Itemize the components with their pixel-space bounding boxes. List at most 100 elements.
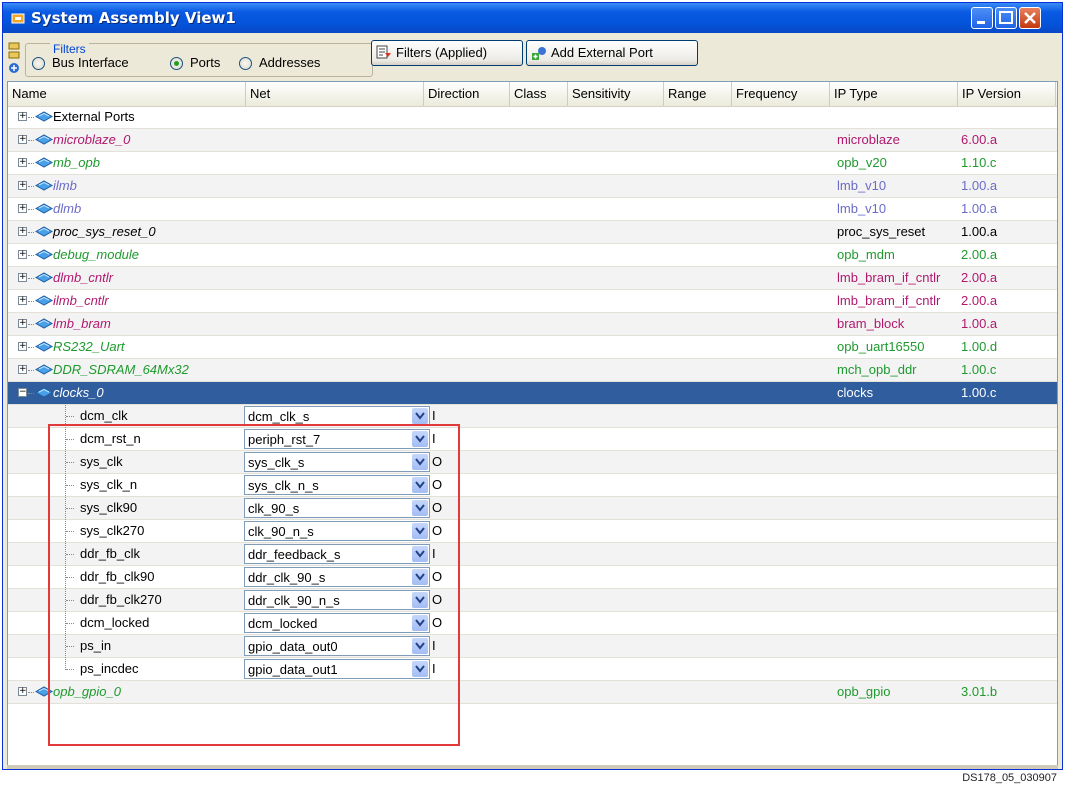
instance-name: External Ports [53,109,135,124]
tree-connector [66,646,74,647]
chevron-down-icon[interactable] [412,661,428,677]
instance-row[interactable]: + debug_module opb_mdm 2.00.a [8,244,1057,267]
port-row[interactable]: dcm_rst_n periph_rst_7 I [8,428,1057,451]
col-name[interactable]: Name [8,82,246,106]
chevron-down-icon[interactable] [412,500,428,516]
chevron-down-icon[interactable] [412,408,428,424]
chevron-down-icon[interactable] [412,615,428,631]
instance-row[interactable]: + lmb_bram bram_block 1.00.a [8,313,1057,336]
instance-row[interactable]: − clocks_0 clocks 1.00.c [8,382,1057,405]
expand-icon[interactable]: + [18,687,27,696]
instance-row[interactable]: + ilmb_cntlr lmb_bram_if_cntlr 2.00.a [8,290,1057,313]
expand-icon[interactable]: + [18,296,27,305]
net-select[interactable]: clk_90_n_s [244,521,430,541]
chevron-down-icon[interactable] [412,454,428,470]
port-row[interactable]: dcm_locked dcm_locked O [8,612,1057,635]
port-row[interactable]: dcm_clk dcm_clk_s I [8,405,1057,428]
col-ip-version[interactable]: IP Version [958,82,1056,106]
instance-row[interactable]: + microblaze_0 microblaze 6.00.a [8,129,1057,152]
net-select[interactable]: ddr_clk_90_s [244,567,430,587]
net-select[interactable]: clk_90_s [244,498,430,518]
close-icon [1024,12,1036,24]
bus-interface-icon [35,157,53,168]
expand-icon[interactable]: + [18,227,27,236]
instance-row[interactable]: + opb_gpio_0 opb_gpio 3.01.b [8,681,1057,704]
chevron-down-icon[interactable] [412,523,428,539]
chevron-down-icon[interactable] [412,569,428,585]
col-ip-type[interactable]: IP Type [830,82,958,106]
chevron-down-icon[interactable] [412,477,428,493]
net-select[interactable]: sys_clk_s [244,452,430,472]
collapse-icon[interactable]: − [18,388,27,397]
port-row[interactable]: ddr_fb_clk ddr_feedback_s I [8,543,1057,566]
tree-connector [66,600,74,601]
instance-name: microblaze_0 [53,132,131,147]
ip-version: 1.00.c [961,385,997,400]
expand-icon[interactable]: + [18,342,27,351]
minimize-button[interactable] [971,7,993,29]
net-select[interactable]: periph_rst_7 [244,429,430,449]
filters-applied-button[interactable]: Filters (Applied) [371,40,523,66]
port-row[interactable]: sys_clk90 clk_90_s O [8,497,1057,520]
col-range[interactable]: Range [664,82,732,106]
maximize-button[interactable] [995,7,1017,29]
net-select[interactable]: gpio_data_out0 [244,636,430,656]
port-row[interactable]: ddr_fb_clk90 ddr_clk_90_s O [8,566,1057,589]
ip-version: 1.10.c [961,155,997,170]
instance-row[interactable]: + dlmb_cntlr lmb_bram_if_cntlr 2.00.a [8,267,1057,290]
horizontal-scrollbar[interactable] [7,765,1058,769]
expand-icon[interactable]: + [18,250,27,259]
add-external-port-button[interactable]: Add External Port [526,40,698,66]
chevron-down-icon[interactable] [412,592,428,608]
net-select[interactable]: gpio_data_out1 [244,659,430,679]
chevron-down-icon[interactable] [412,546,428,562]
instance-row[interactable]: + proc_sys_reset_0 proc_sys_reset 1.00.a [8,221,1057,244]
port-row[interactable]: sys_clk sys_clk_s O [8,451,1057,474]
instance-row[interactable]: + DDR_SDRAM_64Mx32 mch_opb_ddr 1.00.c [8,359,1057,382]
chevron-down-icon[interactable] [412,431,428,447]
chevron-down-icon[interactable] [412,638,428,654]
port-name: ddr_fb_clk [80,546,140,561]
add-port-icon [532,47,546,60]
net-value: clk_90_s [248,501,300,516]
grid-header: Name Net Direction Class Sensitivity Ran… [8,82,1057,107]
instance-row[interactable]: + dlmb lmb_v10 1.00.a [8,198,1057,221]
col-net[interactable]: Net [246,82,424,106]
instance-row[interactable]: + External Ports [8,106,1057,129]
col-sensitivity[interactable]: Sensitivity [568,82,664,106]
net-select[interactable]: ddr_feedback_s [244,544,430,564]
close-button[interactable] [1019,7,1041,29]
port-row[interactable]: sys_clk270 clk_90_n_s O [8,520,1057,543]
expand-icon[interactable]: + [18,158,27,167]
col-frequency[interactable]: Frequency [732,82,830,106]
expand-icon[interactable]: + [18,204,27,213]
col-direction[interactable]: Direction [424,82,510,106]
port-row[interactable]: sys_clk_n sys_clk_n_s O [8,474,1057,497]
ip-type: lmb_bram_if_cntlr [837,293,941,308]
port-name: ddr_fb_clk90 [80,569,155,584]
instance-row[interactable]: + ilmb lmb_v10 1.00.a [8,175,1057,198]
net-select[interactable]: sys_clk_n_s [244,475,430,495]
instance-row[interactable]: + RS232_Uart opb_uart16550 1.00.d [8,336,1057,359]
expand-icon[interactable]: + [18,181,27,190]
expand-icon[interactable]: + [18,365,27,374]
net-select[interactable]: dcm_clk_s [244,406,430,426]
expand-icon[interactable]: + [18,319,27,328]
radio-ports[interactable] [170,57,183,70]
expand-icon[interactable]: + [18,135,27,144]
expand-icon[interactable]: + [18,273,27,282]
ip-type: opb_gpio [837,684,891,699]
port-row[interactable]: ps_in gpio_data_out0 I [8,635,1057,658]
radio-bus-interface[interactable] [32,57,45,70]
port-row[interactable]: ps_incdec gpio_data_out1 I [8,658,1057,681]
expand-icon[interactable]: + [18,112,27,121]
tree-connector [28,186,34,187]
net-select[interactable]: ddr_clk_90_n_s [244,590,430,610]
port-row[interactable]: ddr_fb_clk270 ddr_clk_90_n_s O [8,589,1057,612]
instance-row[interactable]: + mb_opb opb_v20 1.10.c [8,152,1057,175]
radio-addresses[interactable] [239,57,252,70]
tree-connector [66,554,74,555]
window-title: System Assembly View1 [31,9,236,27]
col-class[interactable]: Class [510,82,568,106]
net-select[interactable]: dcm_locked [244,613,430,633]
